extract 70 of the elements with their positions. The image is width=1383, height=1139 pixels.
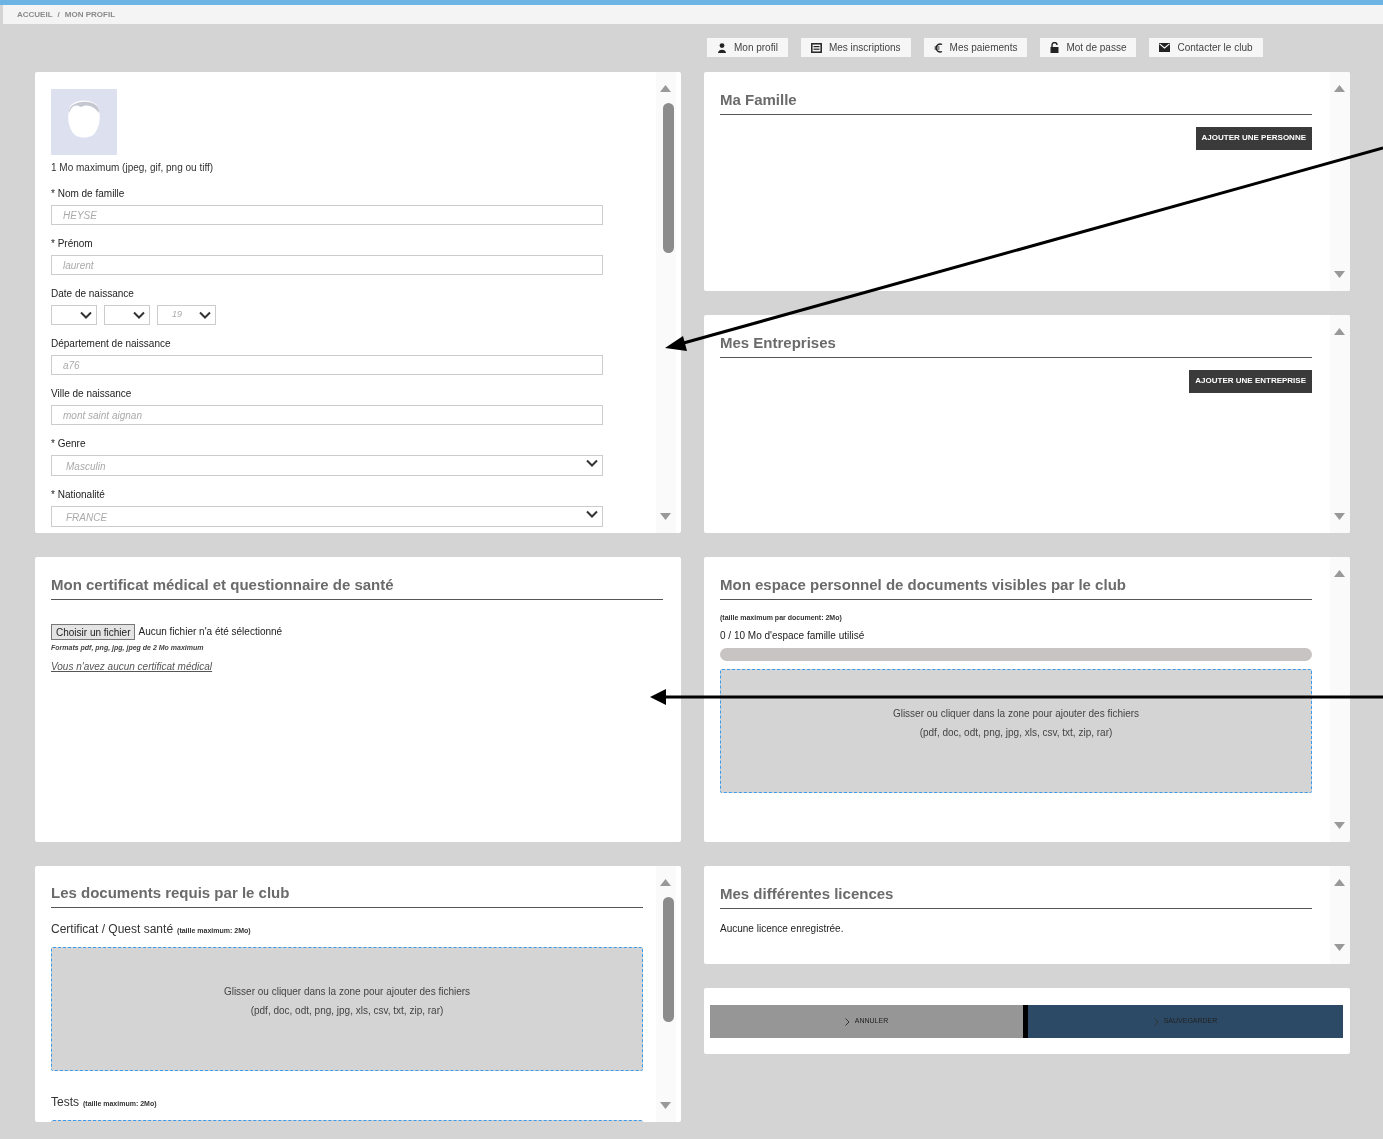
field-label: * Nom de famille	[51, 187, 126, 201]
chevron-down-icon	[586, 510, 598, 518]
scroll-up-icon	[660, 85, 671, 92]
scroll-down-icon	[1334, 944, 1345, 951]
scrollbar-thumb[interactable]	[663, 103, 674, 253]
section-label: Tests	[51, 1093, 79, 1111]
scroll-down-icon	[1334, 513, 1345, 520]
chevron-down-icon	[133, 311, 145, 319]
panel-title: Ma Famille	[720, 89, 1312, 115]
envelope-icon	[1159, 43, 1171, 52]
dropzone-text: Glisser ou cliquer dans la zone pour ajouter des fichiers	[223, 984, 471, 999]
select-field[interactable]	[51, 305, 97, 325]
dropzone-text: Glisser ou cliquer dans la zone pour ajouter des fichiers	[892, 707, 1140, 721]
certificate-link[interactable]: Vous n'avez aucun certificat médical	[51, 659, 213, 674]
scrollbar-thumb[interactable]	[663, 897, 674, 1022]
field-label: * Nationalité	[51, 488, 106, 502]
nav-button[interactable]: Mot de passe	[1040, 38, 1137, 57]
section-label: Certificat / Quest santé	[51, 920, 174, 938]
scroll-up-icon	[660, 879, 671, 886]
photo-hint: 1 Mo maximum (jpeg, gif, png ou tiff)	[51, 161, 215, 175]
scroll-up-icon	[1334, 879, 1345, 886]
dropzone[interactable]: Glisser ou cliquer dans la zone pour ajouter des fichiers (pdf, doc, odt, png, jpg, xls, csv, txt, zip, rar)	[720, 669, 1312, 793]
scrollbar[interactable]	[656, 72, 676, 533]
chevron-down-icon	[199, 311, 211, 319]
file-button[interactable]: Choisir un fichier	[51, 623, 136, 640]
empty-message: Aucune licence enregistrée.	[720, 921, 845, 936]
list-icon	[810, 42, 822, 53]
field-label: Ville de naissance	[51, 387, 133, 401]
panel-title: Mes Entreprises	[720, 332, 1312, 358]
select-field[interactable]	[104, 305, 150, 325]
scroll-down-icon	[660, 513, 671, 520]
chevron-down-icon	[80, 311, 92, 319]
scrollbar[interactable]	[1330, 315, 1350, 533]
add-button[interactable]: AJOUTER UNE PERSONNE	[1195, 126, 1312, 150]
avatar-icon	[51, 89, 117, 155]
euro-icon	[933, 42, 943, 53]
scroll-down-icon	[1334, 822, 1345, 829]
panel-title: Mon espace personnel de documents visibles par le club	[720, 574, 1312, 600]
chevron-right-icon	[1153, 1017, 1159, 1026]
nav-button[interactable]: Mes inscriptions	[800, 38, 911, 57]
panel-title: Mon certificat médical et questionnaire de santé	[51, 574, 663, 600]
field-label: Département de naissance	[51, 337, 172, 351]
scroll-up-icon	[1334, 328, 1345, 335]
scrollbar[interactable]	[1330, 72, 1350, 291]
add-button[interactable]: AJOUTER UNE ENTREPRISE	[1189, 369, 1312, 393]
scroll-down-icon	[660, 1102, 671, 1109]
nav-button[interactable]: Mes paiements	[923, 38, 1028, 57]
field-label: * Genre	[51, 437, 87, 451]
dropzone-text: (pdf, doc, odt, png, jpg, xls, csv, txt, zip, rar)	[919, 726, 1113, 740]
lock-icon	[1050, 42, 1060, 53]
breadcrumb-separator: /	[57, 8, 60, 21]
field-label: * Prénom	[51, 237, 94, 251]
usage-text: 0 / 10 Mo d'espace famille utilisé	[720, 629, 866, 643]
dropzone[interactable]: Glisser ou cliquer dans la zone pour ajouter des fichiers (pdf, doc, odt, png, jpg, xls, csv, txt, zip, rar)	[51, 946, 643, 1071]
scroll-up-icon	[1334, 85, 1345, 92]
user-icon	[717, 42, 727, 53]
scroll-down-icon	[1334, 271, 1345, 278]
dropzone-text: (pdf, doc, odt, png, jpg, xls, csv, txt, zip, rar)	[250, 1003, 444, 1018]
scroll-up-icon	[1334, 570, 1345, 577]
file-status: Aucun fichier n'a été sélectionné	[138, 625, 283, 639]
nav-button[interactable]: Mon profil	[707, 38, 788, 57]
scrollbar[interactable]	[1330, 866, 1350, 964]
chevron-down-icon	[586, 459, 598, 467]
panel-title: Mes différentes licences	[720, 883, 1312, 909]
scrollbar[interactable]	[1330, 557, 1350, 842]
field-label: Date de naissance	[51, 287, 135, 301]
scrollbar[interactable]	[656, 866, 676, 1122]
nav-button[interactable]: Contacter le club	[1149, 38, 1263, 57]
panel-title: Les documents requis par le club	[51, 882, 643, 908]
chevron-right-icon	[844, 1017, 850, 1026]
